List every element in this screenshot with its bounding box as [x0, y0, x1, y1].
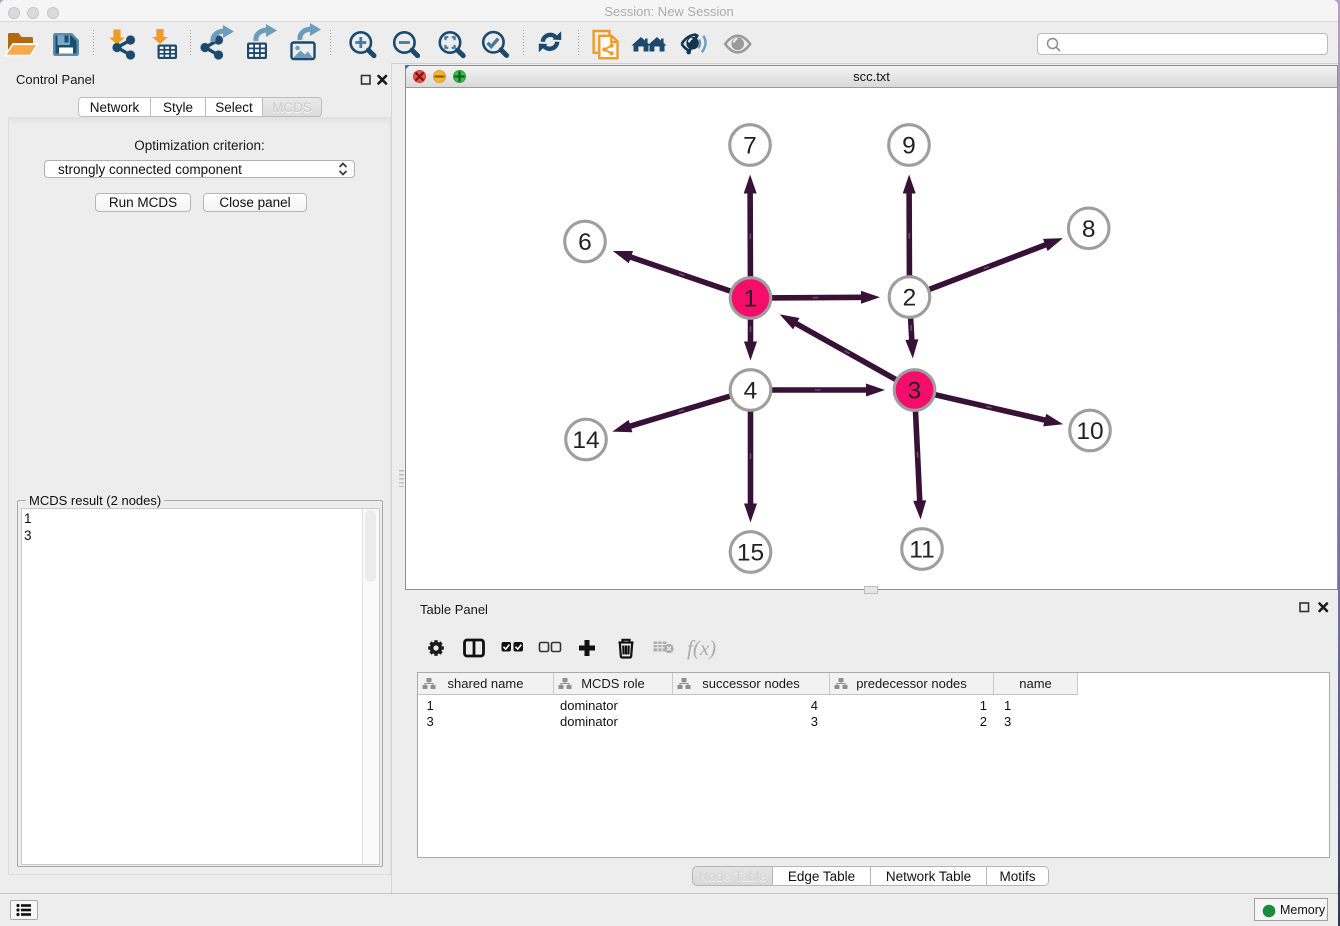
svg-text:7: 7 [743, 133, 757, 160]
svg-text:14: 14 [572, 427, 599, 454]
svg-text:2: 2 [903, 285, 917, 312]
svg-text:8: 8 [1082, 216, 1096, 243]
svg-text:6: 6 [578, 229, 592, 256]
svg-text:9: 9 [902, 133, 916, 160]
svg-text:11: 11 [909, 537, 934, 564]
svg-text:15: 15 [737, 540, 764, 567]
svg-text:10: 10 [1076, 418, 1103, 445]
svg-text:4: 4 [744, 378, 758, 405]
svg-text:f(x): f(x) [687, 636, 716, 660]
svg-text:3: 3 [908, 378, 922, 405]
svg-text:1: 1 [744, 286, 758, 313]
